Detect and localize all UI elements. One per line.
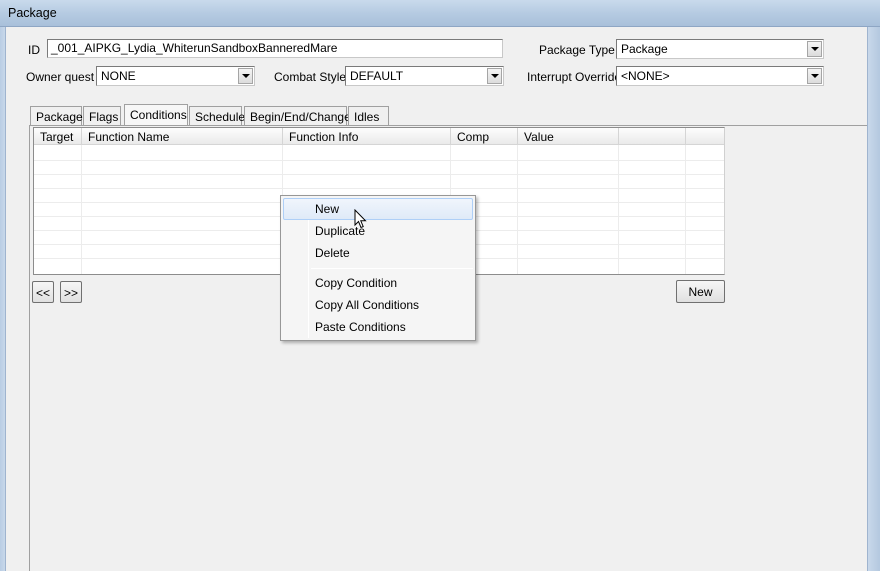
tab-schedule[interactable]: Schedule [189,106,245,125]
column-target[interactable]: Target [34,128,82,145]
window-right-border [867,27,880,571]
menu-separator [311,268,473,269]
owner-quest-dropdown[interactable]: NONE [96,66,255,86]
interrupt-override-value: <NONE> [621,69,670,83]
title-bar[interactable]: Package [0,0,880,27]
grid-line [618,145,619,274]
table-header: Target Function Name Function Info Comp … [34,128,724,145]
chevron-down-icon[interactable] [487,68,502,84]
previous-button[interactable]: << [32,281,54,303]
owner-quest-value: NONE [101,69,136,83]
interrupt-override-dropdown[interactable]: <NONE> [616,66,824,86]
column-extra[interactable] [619,128,686,145]
column-function-info[interactable]: Function Info [283,128,451,145]
mouse-pointer-icon [354,209,367,229]
menu-item-new[interactable]: New [283,198,473,220]
combat-style-value: DEFAULT [350,69,404,83]
tab-flags[interactable]: Flags [83,106,121,125]
new-condition-button[interactable]: New [676,280,725,303]
grid-line [34,174,724,175]
combat-style-dropdown[interactable]: DEFAULT [345,66,504,86]
menu-item-duplicate[interactable]: Duplicate [283,220,473,242]
grid-line [81,145,82,274]
grid-line [34,160,724,161]
menu-item-copy-all-conditions[interactable]: Copy All Conditions [283,294,473,316]
id-field[interactable]: _001_AIPKG_Lydia_WhiterunSandboxBannered… [47,39,503,58]
column-comp[interactable]: Comp [451,128,518,145]
menu-item-delete[interactable]: Delete [283,242,473,264]
package-type-value: Package [621,42,668,56]
package-type-dropdown[interactable]: Package [616,39,824,59]
tab-package[interactable]: Package [30,106,83,125]
column-function-name[interactable]: Function Name [82,128,283,145]
column-value[interactable]: Value [518,128,619,145]
tab-conditions[interactable]: Conditions [124,104,188,125]
interrupt-override-label: Interrupt Override [527,70,622,84]
chevron-down-icon[interactable] [807,68,822,84]
chevron-down-icon[interactable] [807,41,822,57]
grid-line [685,145,686,274]
combat-style-label: Combat Style [274,70,347,84]
tab-begin-end-change[interactable]: Begin/End/Change [244,106,351,125]
conditions-context-menu: New Duplicate Delete Copy Condition Copy… [280,195,476,341]
next-button[interactable]: >> [60,281,82,303]
grid-line [34,188,724,189]
window-left-border [0,27,6,571]
menu-item-paste-conditions[interactable]: Paste Conditions [283,316,473,338]
id-label: ID [28,43,40,57]
package-type-label: Package Type [539,43,615,57]
menu-item-copy-condition[interactable]: Copy Condition [283,272,473,294]
grid-line [517,145,518,274]
chevron-down-icon[interactable] [238,68,253,84]
tab-idles[interactable]: Idles [348,106,389,125]
owner-quest-label: Owner quest [26,70,95,84]
window-title: Package [8,6,57,20]
